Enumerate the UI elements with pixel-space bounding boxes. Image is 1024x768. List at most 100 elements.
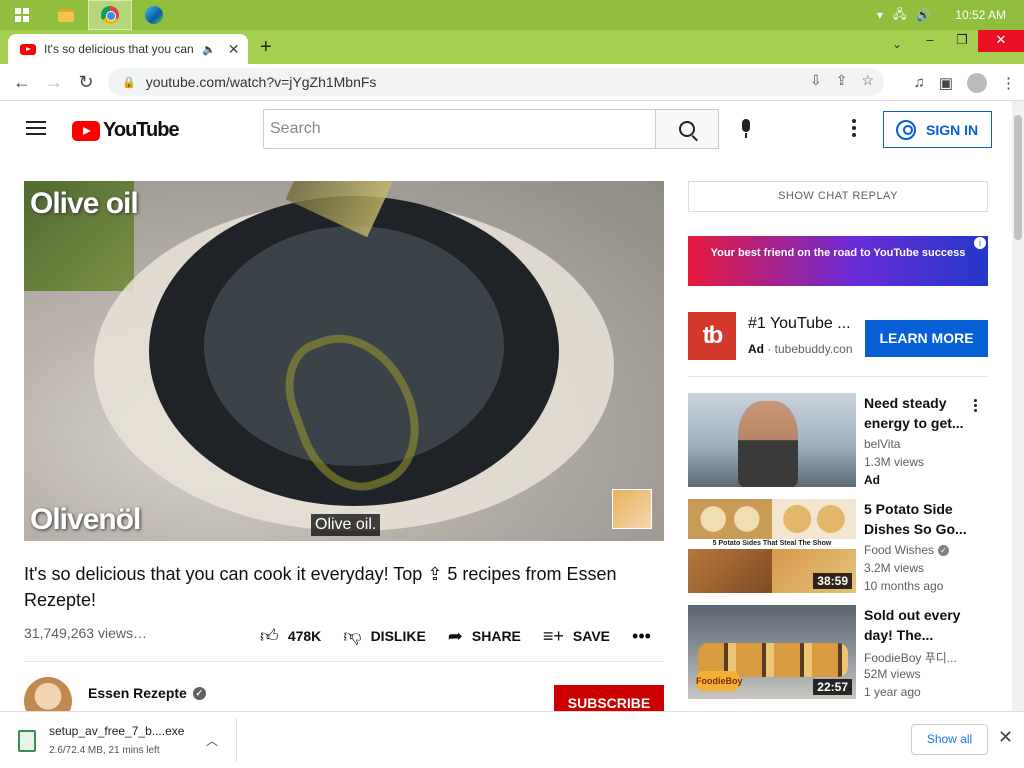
restore-button[interactable]: ❐	[946, 30, 978, 52]
recommendation-channel[interactable]: FoodieBoy 푸디...	[864, 649, 957, 666]
youtube-logo[interactable]: YouTube	[72, 119, 180, 142]
divider	[688, 376, 988, 377]
url-text[interactable]: youtube.com/watch?v=jYgZh1MbnFs	[146, 74, 377, 90]
recommendation-title[interactable]: Need steady energy to get...	[864, 393, 974, 433]
share-label: SHARE	[471, 628, 521, 644]
channel-watermark[interactable]	[612, 489, 652, 529]
sign-in-button[interactable]: SIGN IN	[883, 111, 992, 148]
search-button[interactable]	[655, 109, 719, 149]
side-panel-icon[interactable]: ▣	[939, 74, 953, 92]
taskbar-edge[interactable]	[132, 0, 176, 30]
back-button[interactable]: ←	[6, 72, 38, 93]
video-title: It's so delicious that you can cook it e…	[24, 564, 617, 610]
share-button[interactable]: ➦ SHARE	[448, 626, 521, 647]
recommendation-channel[interactable]: belVita	[864, 437, 900, 451]
save-button[interactable]: ≡+ SAVE	[543, 626, 610, 647]
bookmark-star-icon[interactable]: ☆	[861, 72, 874, 89]
tray-chevron-icon[interactable]: ▾	[877, 8, 883, 22]
scrollbar-thumb[interactable]	[1014, 115, 1022, 240]
save-label: SAVE	[572, 628, 611, 644]
menu-icon[interactable]	[26, 121, 46, 135]
clock[interactable]: 10:52 AM	[955, 8, 1006, 22]
thumbnail[interactable]: FoodieBoy 22:57	[688, 605, 856, 699]
profile-avatar-icon[interactable]	[967, 72, 987, 93]
verified-badge-icon: ✓	[938, 544, 950, 556]
microphone-icon[interactable]	[740, 119, 752, 139]
toolbar-right: ♫ ▣ ⋮	[914, 64, 1016, 101]
tab-close-icon[interactable]: ✕	[228, 41, 240, 58]
tab-title: It's so delicious that you can	[44, 42, 194, 56]
share-arrow-icon: ➦	[447, 625, 463, 646]
video-overlay-bottom-text: Olivenöl	[30, 503, 141, 536]
tubebuddy-logo[interactable]: tb	[688, 312, 736, 360]
recommendation-views: 1.3M views	[864, 455, 925, 469]
volume-icon[interactable]: 🔊	[916, 8, 931, 22]
page-scrollbar[interactable]	[1012, 101, 1024, 711]
windows-taskbar: ▾ 🖧 🔊 10:52 AM	[0, 0, 1024, 30]
youtube-header: YouTube Search SIGN IN	[0, 101, 1012, 157]
ad-subtitle: Ad · tubebuddy.con	[748, 342, 853, 356]
search-input[interactable]: Search	[263, 109, 656, 149]
recommendation-title[interactable]: 5 Potato Side Dishes So Go...	[864, 499, 974, 539]
video-overlay-top-text: Olive oil	[30, 187, 139, 220]
start-button[interactable]	[0, 0, 44, 30]
recommendation-views: 52M views	[864, 667, 921, 681]
more-dots-icon: •••	[632, 625, 651, 646]
show-chat-replay-button[interactable]: SHOW CHAT REPLAY	[688, 181, 988, 212]
recommendation-item[interactable]: 5 Potato Sides That Steal The Show 38:59…	[688, 499, 988, 593]
dislike-button[interactable]: 👎︎ DISLIKE	[343, 625, 426, 647]
ad-banner[interactable]: Your best friend on the road to YouTube …	[688, 236, 988, 286]
view-count[interactable]: 31,749,263 views…	[24, 625, 147, 641]
share-icon[interactable]: ⇪	[836, 72, 848, 89]
thumbnail-food	[772, 499, 856, 539]
recommendation-item[interactable]: FoodieBoy 22:57 Sold out every day! The.…	[688, 605, 988, 699]
verified-badge-icon: ✓	[192, 686, 206, 700]
download-status: 2.6/72.4 MB, 21 mins left	[49, 745, 160, 756]
reload-button[interactable]: ↻	[70, 72, 102, 93]
new-tab-button[interactable]: +	[260, 36, 272, 59]
tab-search-icon[interactable]: ⌄	[892, 37, 902, 51]
like-button[interactable]: 👍︎ 478K	[260, 625, 321, 647]
edge-icon	[145, 6, 163, 24]
ad-title[interactable]: #1 YouTube ...	[748, 315, 851, 333]
minimize-button[interactable]: –	[914, 30, 946, 52]
show-all-button[interactable]: Show all	[911, 724, 988, 755]
address-bar[interactable]: 🔒 youtube.com/watch?v=jYgZh1MbnFs ⇩ ⇪ ☆	[108, 68, 884, 96]
chrome-menu-icon[interactable]: ⋮	[1001, 74, 1016, 92]
more-actions-icon[interactable]: •••	[632, 626, 651, 647]
channel-name[interactable]: Essen Rezepte ✓	[88, 685, 206, 701]
download-filename[interactable]: setup_av_free_7_b....exe	[49, 724, 184, 738]
omnibox-actions: ⇩ ⇪ ☆	[810, 72, 874, 89]
audio-playing-icon[interactable]: 🔈	[202, 43, 216, 56]
video-player[interactable]: Olive oil Olivenöl Olive oil.	[24, 181, 664, 541]
recommendation-channel[interactable]: Food Wishes ✓	[864, 543, 950, 557]
search-icon	[679, 121, 695, 137]
video-caption: Olive oil.	[311, 514, 381, 536]
download-file-icon[interactable]	[18, 730, 36, 752]
channel-text: Food Wishes	[864, 543, 935, 557]
ad-badge: Ad	[864, 473, 880, 487]
recommendation-item[interactable]: Need steady energy to get... belVita 1.3…	[688, 393, 988, 487]
learn-more-button[interactable]: LEARN MORE	[865, 320, 988, 357]
more-options-icon[interactable]	[974, 399, 978, 412]
youtube-play-icon	[72, 120, 100, 141]
thumbnail[interactable]: 5 Potato Sides That Steal The Show 38:59	[688, 499, 856, 593]
media-control-icon[interactable]: ♫	[914, 74, 925, 91]
ad-info-icon[interactable]: i	[974, 237, 986, 249]
thumbnail[interactable]	[688, 393, 856, 487]
chevron-up-icon[interactable]: ︿	[206, 732, 218, 749]
close-icon[interactable]: ✕	[998, 727, 1013, 748]
tab-youtube[interactable]: It's so delicious that you can 🔈 ✕	[8, 34, 248, 64]
install-icon[interactable]: ⇩	[810, 72, 822, 89]
like-count: 478K	[287, 628, 322, 644]
taskbar-chrome[interactable]	[88, 0, 132, 30]
close-window-button[interactable]: ✕	[978, 30, 1024, 52]
forward-button[interactable]: →	[38, 72, 70, 93]
taskbar-file-explorer[interactable]	[44, 0, 88, 30]
settings-menu-icon[interactable]	[852, 119, 856, 137]
lock-icon[interactable]: 🔒	[122, 76, 136, 89]
downloads-bar: setup_av_free_7_b....exe 2.6/72.4 MB, 21…	[0, 711, 1024, 768]
recommendation-title[interactable]: Sold out every day! The...	[864, 605, 974, 645]
playlist-add-icon: ≡+	[542, 625, 564, 646]
network-icon[interactable]: 🖧	[893, 5, 906, 26]
